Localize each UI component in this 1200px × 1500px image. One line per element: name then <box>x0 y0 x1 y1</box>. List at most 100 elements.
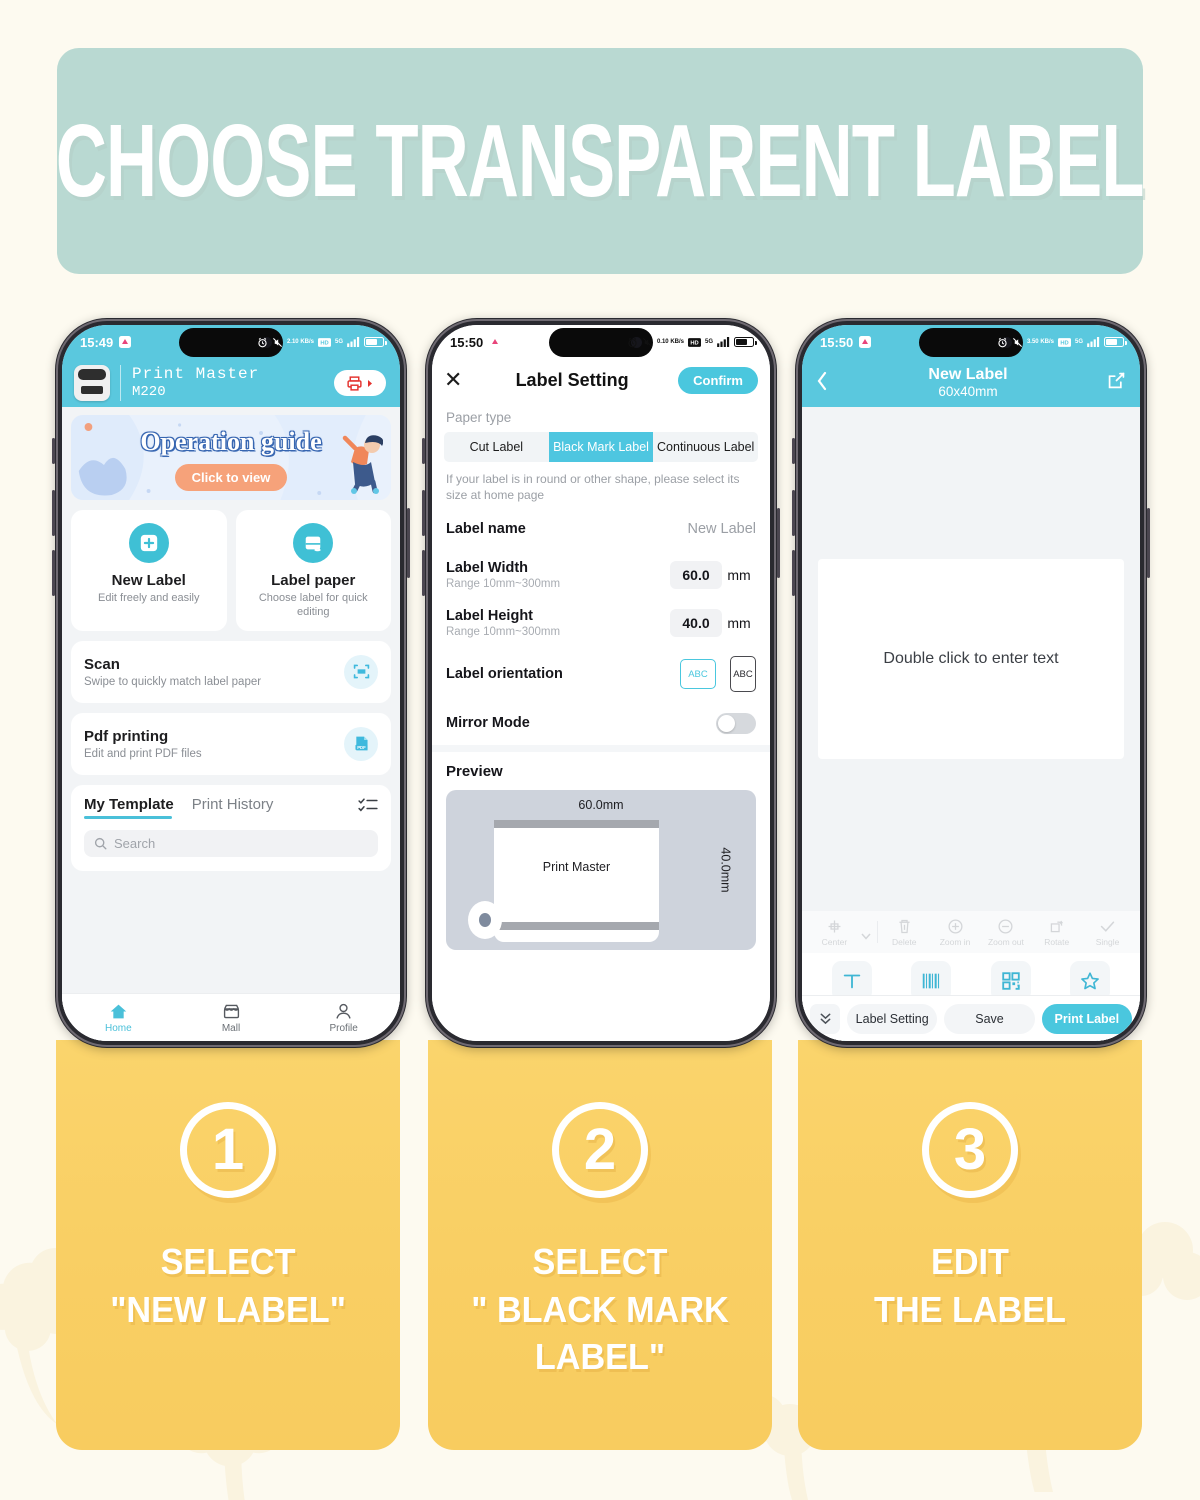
tab-profile-label: Profile <box>329 1022 358 1034</box>
print-label-button[interactable]: Print Label <box>1041 1003 1132 1034</box>
shape-hint: If your label is in round or other shape… <box>446 472 740 503</box>
preview-illustration: Print Master 60.0mm 40.0mm <box>446 790 756 951</box>
quick-action-cards: New Label Edit freely and easily Label p… <box>71 510 391 631</box>
share-button[interactable] <box>1107 371 1126 395</box>
svg-text:HD: HD <box>690 340 698 346</box>
person-illustration <box>342 435 383 494</box>
printer-icon <box>74 365 110 401</box>
pdf-icon: PDF <box>344 726 378 761</box>
new-label-card[interactable]: New Label Edit freely and easily <box>71 510 227 631</box>
label-paper-card[interactable]: Label paper Choose label for quick editi… <box>235 510 391 631</box>
tool-zoom-out: Zoom out <box>981 918 1030 947</box>
preview-section: Preview Print Master 60.0mm 40.0mm <box>432 752 770 951</box>
battery-icon <box>364 337 387 347</box>
status-time: 15:50 <box>450 334 484 350</box>
battery-icon <box>734 337 757 347</box>
mirror-mode-label: Mirror Mode <box>446 715 530 732</box>
app-badge-icon <box>859 336 872 348</box>
search-placeholder: Search <box>114 835 156 851</box>
close-icon[interactable]: ✕ <box>444 369 466 391</box>
svg-text:PDF: PDF <box>357 745 366 750</box>
tool-zoom-in-label: Zoom in <box>939 936 971 947</box>
guide-title: Operation guide <box>140 426 322 456</box>
bottom-tab-bar: Home Mall Profile <box>62 993 400 1041</box>
step-column-2: 2 SELECT " BLACK MARK LABEL" <box>428 1040 772 1450</box>
store-icon <box>223 1004 239 1018</box>
home-icon <box>110 1004 127 1018</box>
tool-delete-label: Delete <box>891 936 917 947</box>
header-banner: CHOOSE TRANSPARENT LABEL <box>56 48 1145 274</box>
paper-type-label: Paper type <box>446 410 512 425</box>
orientation-landscape-button[interactable]: ABC <box>680 659 716 690</box>
label-canvas-area: Double click to enter text <box>802 407 1140 911</box>
tab-mall-label: Mall <box>221 1022 241 1034</box>
svg-text:HD: HD <box>1060 340 1068 346</box>
tab-mall[interactable]: Mall <box>175 1002 288 1034</box>
share-icon <box>1108 372 1125 389</box>
preview-roll-icon <box>468 901 502 940</box>
checklist-icon[interactable] <box>358 797 378 818</box>
tool-center: Center <box>810 918 859 947</box>
label-canvas[interactable]: Double click to enter text <box>818 559 1124 759</box>
chevron-double-down-icon <box>820 1013 830 1025</box>
tab-profile[interactable]: Profile <box>287 1002 400 1034</box>
label-name-row[interactable]: Label name New Label <box>432 507 770 551</box>
step-number-1: 1 <box>180 1102 276 1198</box>
label-height-range: Range 10mm~300mm <box>446 626 561 639</box>
mute-icon <box>642 337 652 347</box>
section-divider <box>432 745 770 753</box>
label-name-value: New Label <box>687 521 756 538</box>
phone1-screen: 15:49 2.10 KB/s HD 5G Print Master M220 … <box>62 325 400 1041</box>
phone-mockup-1: 15:49 2.10 KB/s HD 5G Print Master M220 … <box>52 318 410 1048</box>
status-time: 15:50 <box>820 334 854 350</box>
tab-my-template[interactable]: My Template <box>84 796 174 819</box>
battery-icon <box>1104 337 1127 347</box>
tab-print-history[interactable]: Print History <box>192 796 274 819</box>
operation-guide-banner[interactable]: Operation guide Click to view <box>71 415 391 500</box>
mirror-mode-toggle[interactable] <box>716 712 756 734</box>
chevron-left-icon <box>817 371 827 390</box>
pdf-subtitle: Edit and print PDF files <box>84 747 202 760</box>
tab-home-label: Home <box>104 1022 132 1034</box>
pdf-printing-row[interactable]: Pdf printing Edit and print PDF files PD… <box>71 712 391 775</box>
plus-square-icon <box>128 523 169 563</box>
search-input[interactable]: Search <box>84 829 378 857</box>
canvas-placeholder: Double click to enter text <box>883 650 1059 667</box>
guide-cta-button[interactable]: Click to view <box>174 463 288 491</box>
label-height-row[interactable]: Label Height Range 10mm~300mm 40.0 mm <box>432 599 770 647</box>
status-bar-1: 15:49 2.10 KB/s HD 5G <box>62 325 400 359</box>
status-icons: 0.10 KB/s HD 5G <box>627 337 757 348</box>
check-icon <box>1100 920 1115 932</box>
label-setting-button[interactable]: Label Setting <box>847 1003 938 1034</box>
device-model: M220 <box>132 384 166 401</box>
phone-mockup-2: 15:50 0.10 KB/s HD 5G ✕ Label Setting Co… <box>422 318 780 1048</box>
tab-home[interactable]: Home <box>62 1002 175 1034</box>
preview-black-mark-bottom <box>494 922 659 931</box>
collapse-button[interactable] <box>810 1003 840 1034</box>
label-width-row[interactable]: Label Width Range 10mm~300mm 60.0 mm <box>432 551 770 599</box>
printer-connect-button[interactable] <box>334 370 386 396</box>
scan-row[interactable]: Scan Swipe to quickly match label paper <box>71 640 391 703</box>
preview-height-text: 40.0mm <box>718 847 733 893</box>
mute-icon <box>1012 337 1022 347</box>
segment-black-mark-label[interactable]: Black Mark Label <box>548 432 654 462</box>
back-button[interactable] <box>816 371 829 396</box>
step-label-2: SELECT " BLACK MARK LABEL" <box>471 1241 729 1378</box>
template-card: My Template Print History Search <box>71 784 391 871</box>
label-height-input[interactable]: 40.0 <box>670 609 722 638</box>
signal-icon <box>1087 337 1100 347</box>
status-time: 15:49 <box>80 334 114 350</box>
save-button[interactable]: Save <box>944 1003 1035 1034</box>
segment-cut-label[interactable]: Cut Label <box>444 432 549 462</box>
orientation-portrait-button[interactable]: ABC <box>730 656 756 693</box>
chevron-right-icon <box>368 379 372 387</box>
status-bar-2: 15:50 0.10 KB/s HD 5G <box>432 325 770 359</box>
step-number-3: 3 <box>922 1102 1018 1198</box>
confirm-button[interactable]: Confirm <box>678 366 758 394</box>
label-height-unit: mm <box>727 615 751 632</box>
tool-rotate: Rotate <box>1032 918 1081 947</box>
label-width-input[interactable]: 60.0 <box>670 561 722 590</box>
data-rate: 2.10 KB/s <box>286 339 314 345</box>
segment-continuous-label[interactable]: Continuous Label <box>653 432 758 462</box>
scan-subtitle: Swipe to quickly match label paper <box>84 675 262 688</box>
